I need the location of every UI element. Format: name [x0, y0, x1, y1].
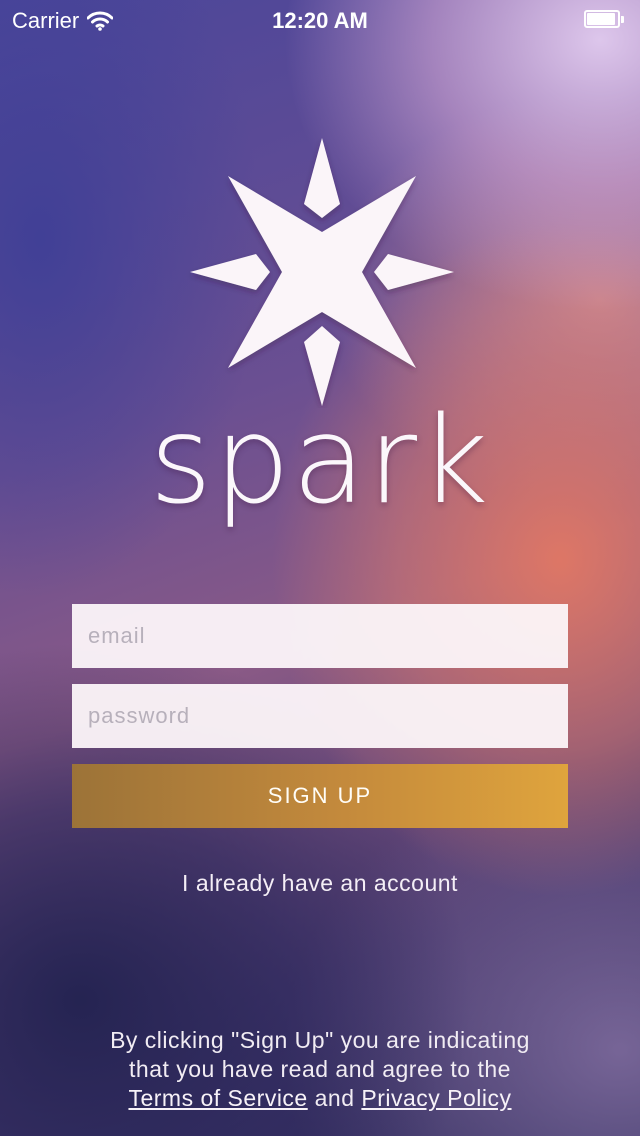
- status-time: 12:20 AM: [272, 8, 368, 33]
- brand-name: spark: [149, 392, 491, 531]
- privacy-policy-link[interactable]: Privacy Policy: [361, 1085, 511, 1111]
- status-bar: Carrier 12:20 AM: [0, 0, 640, 40]
- sign-up-button[interactable]: SIGN UP: [72, 764, 568, 828]
- legal-notice: By clicking "Sign Up" you are indicating…: [40, 1026, 600, 1113]
- email-field[interactable]: [72, 604, 568, 668]
- existing-account-link[interactable]: I already have an account: [0, 870, 640, 897]
- legal-line-2: that you have read and agree to the: [129, 1056, 511, 1082]
- legal-and-text: and: [314, 1085, 355, 1111]
- terms-of-service-link[interactable]: Terms of Service: [128, 1085, 307, 1111]
- legal-line-3: Terms of Service and Privacy Policy: [40, 1084, 600, 1113]
- password-field[interactable]: [72, 684, 568, 748]
- legal-line-1: By clicking "Sign Up" you are indicating: [110, 1027, 530, 1053]
- star-logo-icon: [190, 138, 454, 406]
- battery-icon: [584, 10, 624, 30]
